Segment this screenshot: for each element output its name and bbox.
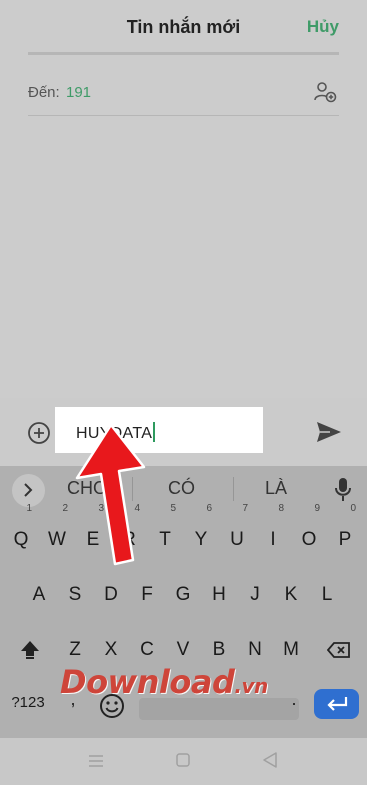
- enter-key[interactable]: [314, 689, 359, 719]
- suggestion-divider: [233, 477, 234, 501]
- backspace-icon: [327, 642, 350, 658]
- navigation-bar: [0, 738, 367, 785]
- key-w[interactable]: W2: [41, 504, 73, 562]
- microphone-icon[interactable]: [333, 477, 353, 503]
- header-divider: [28, 52, 339, 55]
- suggestion-2[interactable]: CÓ: [168, 478, 195, 499]
- send-icon[interactable]: [316, 420, 342, 444]
- key-o[interactable]: O9: [293, 504, 325, 562]
- suggestion-strip: CHO CÓ LÀ: [0, 466, 367, 512]
- suggestion-divider: [132, 477, 133, 501]
- back-icon[interactable]: [262, 752, 278, 768]
- watermark-logo: Download.vn: [60, 663, 268, 701]
- key-u[interactable]: U7: [221, 504, 253, 562]
- message-text: HUYDATA: [76, 425, 153, 442]
- messaging-screen: Tin nhắn mới Hủy Đến: 191 HUYDATA CHO CÓ…: [0, 0, 367, 785]
- recipient-divider: [28, 115, 339, 116]
- menu-icon[interactable]: [88, 754, 104, 768]
- shift-icon: [21, 641, 39, 659]
- compose-bar: HUYDATA: [0, 398, 367, 466]
- space-key[interactable]: [139, 698, 299, 720]
- recipient-label: Đến:: [28, 84, 60, 101]
- recipient-value[interactable]: 191: [66, 84, 91, 101]
- key-y[interactable]: Y6: [185, 504, 217, 562]
- suggestion-1[interactable]: CHO: [67, 478, 107, 499]
- shift-key[interactable]: [8, 630, 50, 670]
- key-k[interactable]: K: [275, 573, 307, 617]
- key-f[interactable]: F: [131, 573, 163, 617]
- key-a[interactable]: A: [23, 573, 55, 617]
- home-icon[interactable]: [176, 753, 190, 767]
- symbols-key[interactable]: ?123: [4, 681, 52, 725]
- key-m[interactable]: M: [275, 628, 307, 672]
- key-j[interactable]: J: [239, 573, 271, 617]
- key-e[interactable]: E3: [77, 504, 109, 562]
- chevron-right-icon: [24, 483, 33, 497]
- key-i[interactable]: I8: [257, 504, 289, 562]
- key-q[interactable]: Q1: [5, 504, 37, 562]
- backspace-key[interactable]: [318, 630, 360, 670]
- enter-icon: [327, 697, 348, 711]
- key-d[interactable]: D: [95, 573, 127, 617]
- recipient-row[interactable]: Đến: 191: [28, 80, 339, 110]
- add-attachment-icon[interactable]: [27, 421, 51, 445]
- suggestion-3[interactable]: LÀ: [265, 478, 287, 499]
- cancel-button[interactable]: Hủy: [307, 17, 339, 37]
- key-g[interactable]: G: [167, 573, 199, 617]
- period-key[interactable]: .: [283, 677, 305, 721]
- key-t[interactable]: T5: [149, 504, 181, 562]
- message-input[interactable]: HUYDATA: [55, 407, 263, 453]
- key-r[interactable]: R4: [113, 504, 145, 562]
- add-contact-icon[interactable]: [313, 80, 337, 104]
- text-caret: [153, 422, 156, 442]
- key-s[interactable]: S: [59, 573, 91, 617]
- header: Tin nhắn mới Hủy: [0, 0, 367, 52]
- key-p[interactable]: P0: [329, 504, 361, 562]
- key-h[interactable]: H: [203, 573, 235, 617]
- key-l[interactable]: L: [311, 573, 343, 617]
